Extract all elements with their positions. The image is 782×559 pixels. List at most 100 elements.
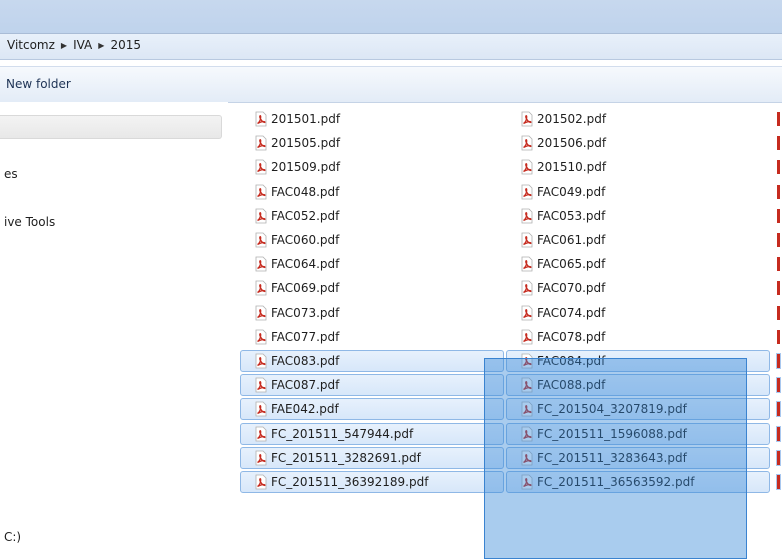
- file-name: FC_201511_36392189.pdf: [271, 475, 429, 489]
- file-name: FAC061.pdf: [537, 233, 606, 247]
- nav-item-libraries[interactable]: es: [4, 167, 18, 181]
- file-item[interactable]: FAC070.pdf: [506, 277, 770, 299]
- window-titlebar: [0, 0, 782, 34]
- file-item[interactable]: 201501.pdf: [240, 108, 504, 130]
- pdf-file-icon: [255, 450, 267, 466]
- file-item[interactable]: FAC061.pdf: [506, 229, 770, 251]
- pdf-file-icon[interactable]: [777, 281, 780, 296]
- pdf-file-icon: [255, 135, 267, 151]
- pdf-file-icon[interactable]: [777, 233, 780, 247]
- file-name: FAC053.pdf: [537, 208, 606, 223]
- file-name: 201510.pdf: [537, 160, 607, 175]
- pdf-file-icon: [521, 135, 533, 151]
- nav-item-local-disk[interactable]: C:): [4, 530, 21, 544]
- breadcrumb: Vitcomz ▶ IVA ▶ 2015: [4, 38, 144, 52]
- file-item[interactable]: FAC048.pdf: [240, 181, 504, 203]
- breadcrumb-item-vitcomz[interactable]: Vitcomz: [4, 38, 58, 52]
- pdf-file-icon: [255, 208, 267, 224]
- pdf-file-icon[interactable]: [777, 184, 780, 199]
- file-name: 201509.pdf: [271, 160, 341, 175]
- file-name: FAC078.pdf: [537, 329, 606, 344]
- pdf-file-icon[interactable]: [777, 475, 780, 489]
- pdf-file-icon[interactable]: [777, 112, 780, 126]
- file-item[interactable]: FAC049.pdf: [506, 181, 770, 203]
- pdf-file-icon: [255, 256, 267, 272]
- command-toolbar: New folder: [0, 66, 782, 103]
- file-item[interactable]: FAC074.pdf: [506, 302, 770, 324]
- pdf-file-icon[interactable]: [777, 329, 780, 344]
- file-item[interactable]: FAE042.pdf: [240, 398, 504, 421]
- pdf-file-icon: [255, 111, 267, 127]
- pdf-file-icon: [255, 305, 267, 320]
- file-name: FAC049.pdf: [537, 184, 606, 199]
- file-name: FAC060.pdf: [271, 233, 340, 247]
- pdf-file-icon[interactable]: [777, 450, 780, 465]
- breadcrumb-item-2015[interactable]: 2015: [107, 38, 144, 52]
- nav-selected-item[interactable]: [0, 115, 222, 139]
- navigation-pane: es ive Tools C:): [0, 102, 228, 559]
- triangle-right-icon[interactable]: ▶: [58, 41, 70, 50]
- file-item[interactable]: FC_201511_3282691.pdf: [240, 446, 504, 469]
- file-name: 201505.pdf: [271, 136, 341, 151]
- pdf-file-icon: [255, 232, 267, 248]
- pdf-file-icon[interactable]: [777, 426, 780, 441]
- triangle-right-icon[interactable]: ▶: [95, 41, 107, 50]
- file-item[interactable]: 201505.pdf: [240, 132, 504, 154]
- pdf-file-icon[interactable]: [777, 208, 780, 223]
- file-item[interactable]: FAC052.pdf: [240, 205, 504, 227]
- pdf-file-icon[interactable]: [777, 378, 780, 393]
- file-name: FAC048.pdf: [271, 184, 340, 199]
- file-item[interactable]: FAC053.pdf: [506, 205, 770, 227]
- file-item[interactable]: 201502.pdf: [506, 108, 770, 130]
- address-bar[interactable]: Vitcomz ▶ IVA ▶ 2015: [0, 34, 782, 60]
- pdf-file-icon: [255, 353, 267, 369]
- file-name: FAC065.pdf: [537, 257, 606, 272]
- file-item[interactable]: FAC069.pdf: [240, 277, 504, 299]
- file-item[interactable]: FAC065.pdf: [506, 253, 770, 275]
- pdf-file-icon: [255, 377, 267, 393]
- file-name: 201506.pdf: [537, 136, 607, 151]
- pdf-file-icon[interactable]: [777, 257, 780, 272]
- file-item[interactable]: FAC064.pdf: [240, 253, 504, 275]
- file-name: FC_201511_547944.pdf: [271, 426, 414, 441]
- file-item[interactable]: FAC078.pdf: [506, 326, 770, 348]
- pdf-file-icon[interactable]: [777, 136, 780, 151]
- file-item[interactable]: FAC087.pdf: [240, 374, 504, 397]
- breadcrumb-item-iva[interactable]: IVA: [70, 38, 95, 52]
- pdf-file-icon: [255, 474, 267, 490]
- file-name: FAE042.pdf: [271, 402, 339, 417]
- file-item[interactable]: 201509.pdf: [240, 156, 504, 178]
- pdf-file-icon: [255, 426, 267, 441]
- pdf-file-icon: [521, 256, 533, 272]
- file-name: FAC070.pdf: [537, 281, 606, 296]
- selection-marquee: [484, 358, 747, 559]
- file-name: FAC069.pdf: [271, 281, 340, 296]
- pdf-file-icon: [521, 208, 533, 224]
- file-item[interactable]: FAC077.pdf: [240, 326, 504, 348]
- file-name: FC_201511_3282691.pdf: [271, 450, 421, 465]
- file-item[interactable]: FAC060.pdf: [240, 229, 504, 251]
- pdf-file-icon[interactable]: [777, 160, 780, 175]
- file-name: FAC083.pdf: [271, 354, 340, 368]
- file-item[interactable]: FC_201511_36392189.pdf: [240, 471, 504, 493]
- nav-item-tools[interactable]: ive Tools: [4, 215, 55, 229]
- pdf-file-icon: [521, 305, 533, 320]
- pdf-file-icon: [255, 184, 267, 199]
- file-item[interactable]: 201510.pdf: [506, 156, 770, 178]
- file-item[interactable]: FAC083.pdf: [240, 350, 504, 372]
- pdf-file-icon: [521, 280, 533, 296]
- file-name: FAC087.pdf: [271, 378, 340, 393]
- new-folder-button[interactable]: New folder: [6, 77, 71, 91]
- pdf-file-icon[interactable]: [777, 354, 780, 368]
- pdf-file-icon: [521, 111, 533, 127]
- pdf-file-icon: [255, 329, 267, 345]
- file-name: FAC073.pdf: [271, 305, 340, 320]
- file-item[interactable]: FC_201511_547944.pdf: [240, 422, 504, 445]
- pdf-file-icon: [521, 329, 533, 345]
- pdf-file-icon: [521, 232, 533, 248]
- pdf-file-icon[interactable]: [777, 402, 780, 417]
- pdf-file-icon: [255, 159, 267, 175]
- file-item[interactable]: 201506.pdf: [506, 132, 770, 154]
- file-item[interactable]: FAC073.pdf: [240, 302, 504, 324]
- pdf-file-icon[interactable]: [777, 305, 780, 320]
